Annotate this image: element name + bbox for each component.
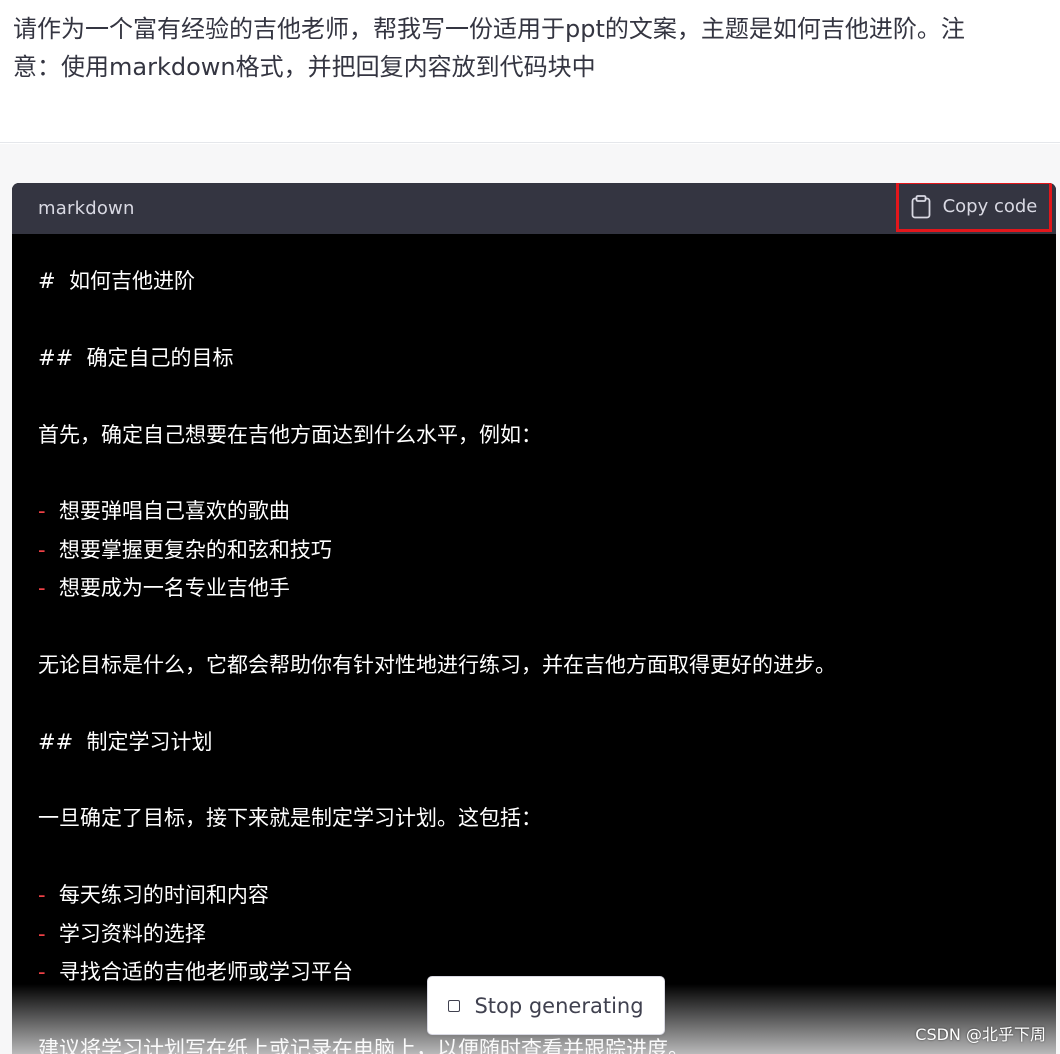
stop-icon <box>448 999 461 1012</box>
code-line: 首先，确定自己想要在吉他方面达到什么水平，例如： <box>38 422 542 447</box>
clipboard-icon <box>911 194 931 219</box>
code-line: 一旦确定了目标，接下来就是制定学习计划。这包括： <box>38 806 542 831</box>
code-block-header: markdown Copy code <box>12 183 1056 234</box>
code-line: - 想要弹唱自己喜欢的歌曲 <box>38 492 1030 530</box>
list-bullet: - <box>38 921 46 946</box>
code-line: - 每天练习的时间和内容 <box>38 876 1030 914</box>
code-line: - 学习资料的选择 <box>38 915 1030 953</box>
stop-generating-label: Stop generating <box>474 993 644 1018</box>
list-bullet: - <box>38 576 46 601</box>
code-language-label: markdown <box>38 198 135 219</box>
code-line-text: 学习资料的选择 <box>45 921 206 946</box>
list-bullet: - <box>38 883 46 908</box>
user-message: 请作为一个富有经验的吉他老师，帮我写一份适用于ppt的文案，主题是如何吉他进阶。… <box>0 0 1060 143</box>
code-line: ## 确定自己的目标 <box>38 345 234 370</box>
user-message-line-2: 意：使用markdown格式，并把回复内容放到代码块中 <box>13 53 596 81</box>
code-block: markdown Copy code # 如何吉他进阶 ## 确定自己的目标首先，… <box>12 183 1056 1054</box>
copy-code-label: Copy code <box>942 196 1038 217</box>
code-line: # 如何吉他进阶 <box>38 269 195 293</box>
copy-code-button[interactable]: Copy code <box>896 183 1052 232</box>
code-line-text: 寻找合适的吉他老师或学习平台 <box>45 960 353 985</box>
code-line: ## 制定学习计划 <box>38 729 213 754</box>
list-bullet: - <box>38 960 46 985</box>
stop-generating-button[interactable]: Stop generating <box>427 976 665 1035</box>
code-line-text: 每天练习的时间和内容 <box>45 883 269 908</box>
list-bullet: - <box>38 499 46 524</box>
code-line-text: 想要弹唱自己喜欢的歌曲 <box>45 499 290 524</box>
code-line: - 想要成为一名专业吉他手 <box>38 569 1030 607</box>
code-line-text: 想要成为一名专业吉他手 <box>45 576 290 601</box>
code-line: 无论目标是什么，它都会帮助你有针对性地进行练习，并在吉他方面取得更好的进步。 <box>38 652 836 677</box>
watermark: CSDN @北乎下周 <box>915 1025 1046 1044</box>
code-line-text: 想要掌握更复杂的和弦和技巧 <box>45 537 332 562</box>
list-bullet: - <box>38 537 46 562</box>
code-content: # 如何吉他进阶 ## 确定自己的目标首先，确定自己想要在吉他方面达到什么水平，例… <box>12 234 1056 1054</box>
code-line: - 想要掌握更复杂的和弦和技巧 <box>38 531 1030 569</box>
user-message-line-1: 请作为一个富有经验的吉他老师，帮我写一份适用于ppt的文案，主题是如何吉他进阶。… <box>13 15 965 43</box>
